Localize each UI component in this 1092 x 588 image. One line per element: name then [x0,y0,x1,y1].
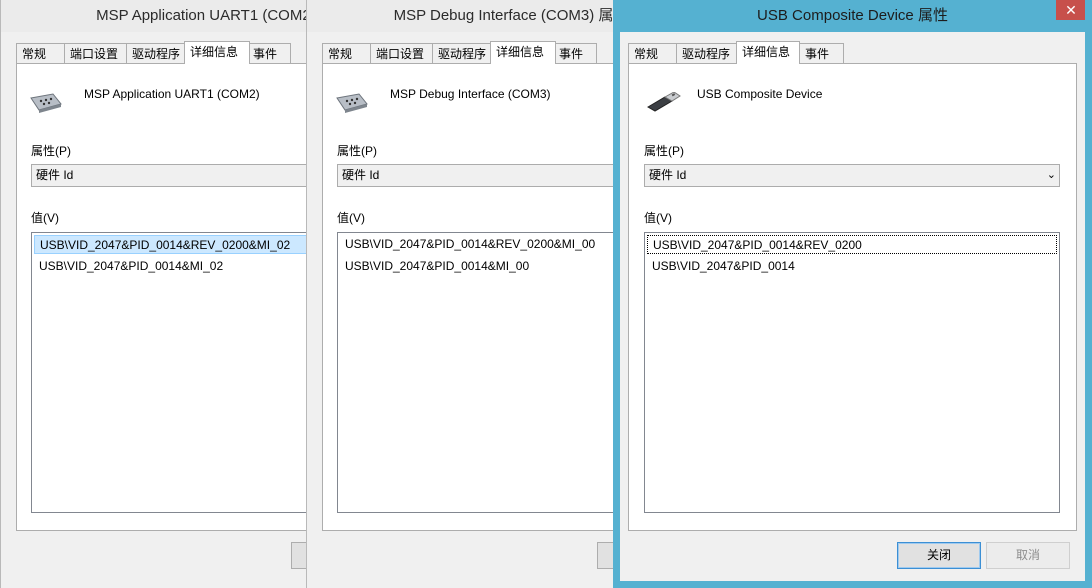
device-name: USB Composite Device [697,87,823,101]
property-select-value: 硬件 Id [649,168,687,182]
property-select[interactable]: 硬件 Id [337,164,616,187]
value-label: 值(V) [31,211,59,225]
close-dialog-button[interactable]: 关闭 [897,542,981,569]
tab-details[interactable]: 详细信息 [184,41,250,64]
chevron-down-icon: ⌄ [1046,169,1056,181]
property-select[interactable]: 硬件 Id ⌄ [644,164,1060,187]
list-item[interactable]: USB\VID_2047&PID_0014 [647,257,1057,276]
value-list[interactable]: USB\VID_2047&PID_0014&REV_0200&MI_02 USB… [31,232,310,513]
serial-port-icon [30,93,62,113]
serial-port-icon [336,93,368,113]
tab-events[interactable]: 事件 [799,43,844,63]
property-select[interactable]: 硬件 Id [31,164,310,187]
usb-plug-icon [647,92,681,112]
close-button[interactable]: ✕ [1056,0,1085,20]
close-icon: ✕ [1065,2,1077,18]
tab-general[interactable]: 常规 [628,43,677,63]
list-item[interactable]: USB\VID_2047&PID_0014&REV_0200&MI_00 [340,235,616,254]
property-select-value: 硬件 Id [36,168,74,182]
window-msp-debug: MSP Debug Interface (COM3) 属性 常规 端口设置 驱动… [306,0,616,588]
tab-events[interactable]: 事件 [247,43,291,63]
value-list[interactable]: USB\VID_2047&PID_0014&REV_0200&MI_00 USB… [337,232,616,513]
tab-general[interactable]: 常规 [322,43,371,63]
value-label: 值(V) [337,211,365,225]
cancel-button[interactable]: 取消 [986,542,1070,569]
list-item[interactable]: USB\VID_2047&PID_0014&MI_02 [34,257,310,276]
tab-general[interactable]: 常规 [16,43,65,63]
property-label: 属性(P) [644,144,684,158]
window-usb-composite: USB Composite Device 属性 ✕ 常规 驱动程序 详细信息 事… [613,0,1092,588]
tab-events[interactable]: 事件 [553,43,597,63]
tab-port-settings[interactable]: 端口设置 [370,43,433,63]
window-title: USB Composite Device 属性 [620,0,1085,32]
list-item[interactable]: USB\VID_2047&PID_0014&REV_0200 [647,235,1057,254]
window-msp-app-uart1: MSP Application UART1 (COM2) 属性 常规 端口设置 … [0,0,310,588]
property-select-value: 硬件 Id [342,168,380,182]
tab-details[interactable]: 详细信息 [736,41,800,64]
property-label: 属性(P) [31,144,71,158]
device-name: MSP Debug Interface (COM3) [390,87,551,101]
property-label: 属性(P) [337,144,377,158]
value-label: 值(V) [644,211,672,225]
list-item[interactable]: USB\VID_2047&PID_0014&REV_0200&MI_02 [34,235,310,254]
list-item[interactable]: USB\VID_2047&PID_0014&MI_00 [340,257,616,276]
device-name: MSP Application UART1 (COM2) [84,87,260,101]
tab-port-settings[interactable]: 端口设置 [64,43,127,63]
window-title: MSP Debug Interface (COM3) 属性 [307,0,616,32]
value-list[interactable]: USB\VID_2047&PID_0014&REV_0200 USB\VID_2… [644,232,1060,513]
window-title: MSP Application UART1 (COM2) 属性 [1,0,310,32]
tab-details[interactable]: 详细信息 [490,41,556,64]
